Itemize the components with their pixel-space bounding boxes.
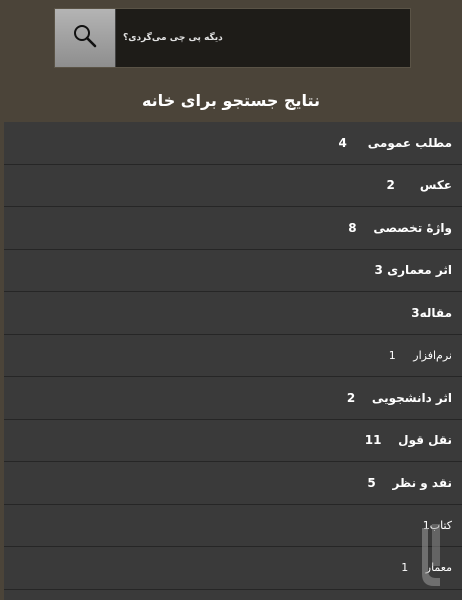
result-item[interactable]: 1 نرم‌افزار [4, 335, 462, 377]
result-label: 11 نقل قول [364, 433, 452, 448]
result-label: 5 نقد و نظر [367, 475, 452, 490]
result-item[interactable]: 8 واژهٔ تخصصی [4, 207, 462, 250]
result-item[interactable]: 3 اثر معماری [4, 250, 462, 292]
result-item[interactable]: 4 مطلب عمومی [4, 122, 462, 165]
result-label: 1 نرم‌افزار [388, 348, 452, 362]
result-item[interactable]: 2 اثر دانشجویی [4, 377, 462, 420]
scrollbar-thumb[interactable] [418, 520, 444, 590]
result-label: 2 اثر دانشجویی [346, 390, 452, 405]
result-item[interactable]: 11 نقل قول [4, 420, 462, 462]
result-label: 8 واژهٔ تخصصی [348, 220, 452, 235]
result-item[interactable]: 1 معمار [4, 547, 462, 590]
page-title: نتایج جستجو برای خانه [141, 91, 321, 110]
result-label: 4 مطلب عمومی [338, 135, 452, 150]
result-label: 3 اثر معماری [374, 263, 452, 278]
result-item[interactable]: 5 نقد و نظر [4, 462, 462, 505]
result-item[interactable]: 3مقاله [4, 292, 462, 335]
search-icon [72, 23, 98, 53]
result-item[interactable]: 1کتاب [4, 505, 462, 547]
result-item[interactable]: 2 عکس [4, 165, 462, 207]
search-bar: دیگه پی چی می‌گردی؟ [54, 8, 411, 68]
result-label: 3مقاله [411, 305, 452, 320]
search-input[interactable]: دیگه پی چی می‌گردی؟ [123, 9, 302, 67]
results-list: 4 مطلب عمومی 2 عکس 8 واژهٔ تخصصی 3 اثر م… [4, 122, 462, 600]
result-label: 2 عکس [386, 178, 452, 193]
search-button[interactable] [55, 9, 116, 67]
